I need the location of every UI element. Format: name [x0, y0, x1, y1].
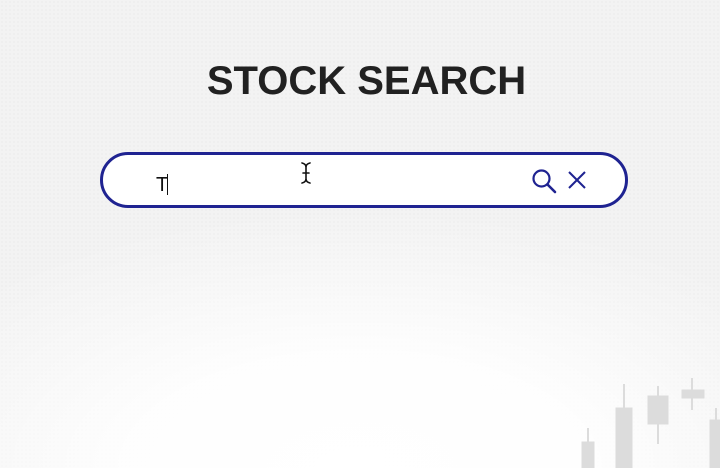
- search-input[interactable]: [154, 165, 484, 197]
- text-caret: [167, 174, 168, 195]
- page-title: STOCK SEARCH: [206, 59, 527, 103]
- search-button[interactable]: [530, 167, 558, 195]
- text-cursor-icon: [301, 162, 311, 184]
- search-icon: [532, 169, 557, 194]
- clear-button[interactable]: [564, 167, 592, 195]
- search-bar[interactable]: T: [100, 152, 628, 208]
- close-icon: [568, 171, 586, 189]
- candlestick-chart-decoration: [581, 378, 720, 468]
